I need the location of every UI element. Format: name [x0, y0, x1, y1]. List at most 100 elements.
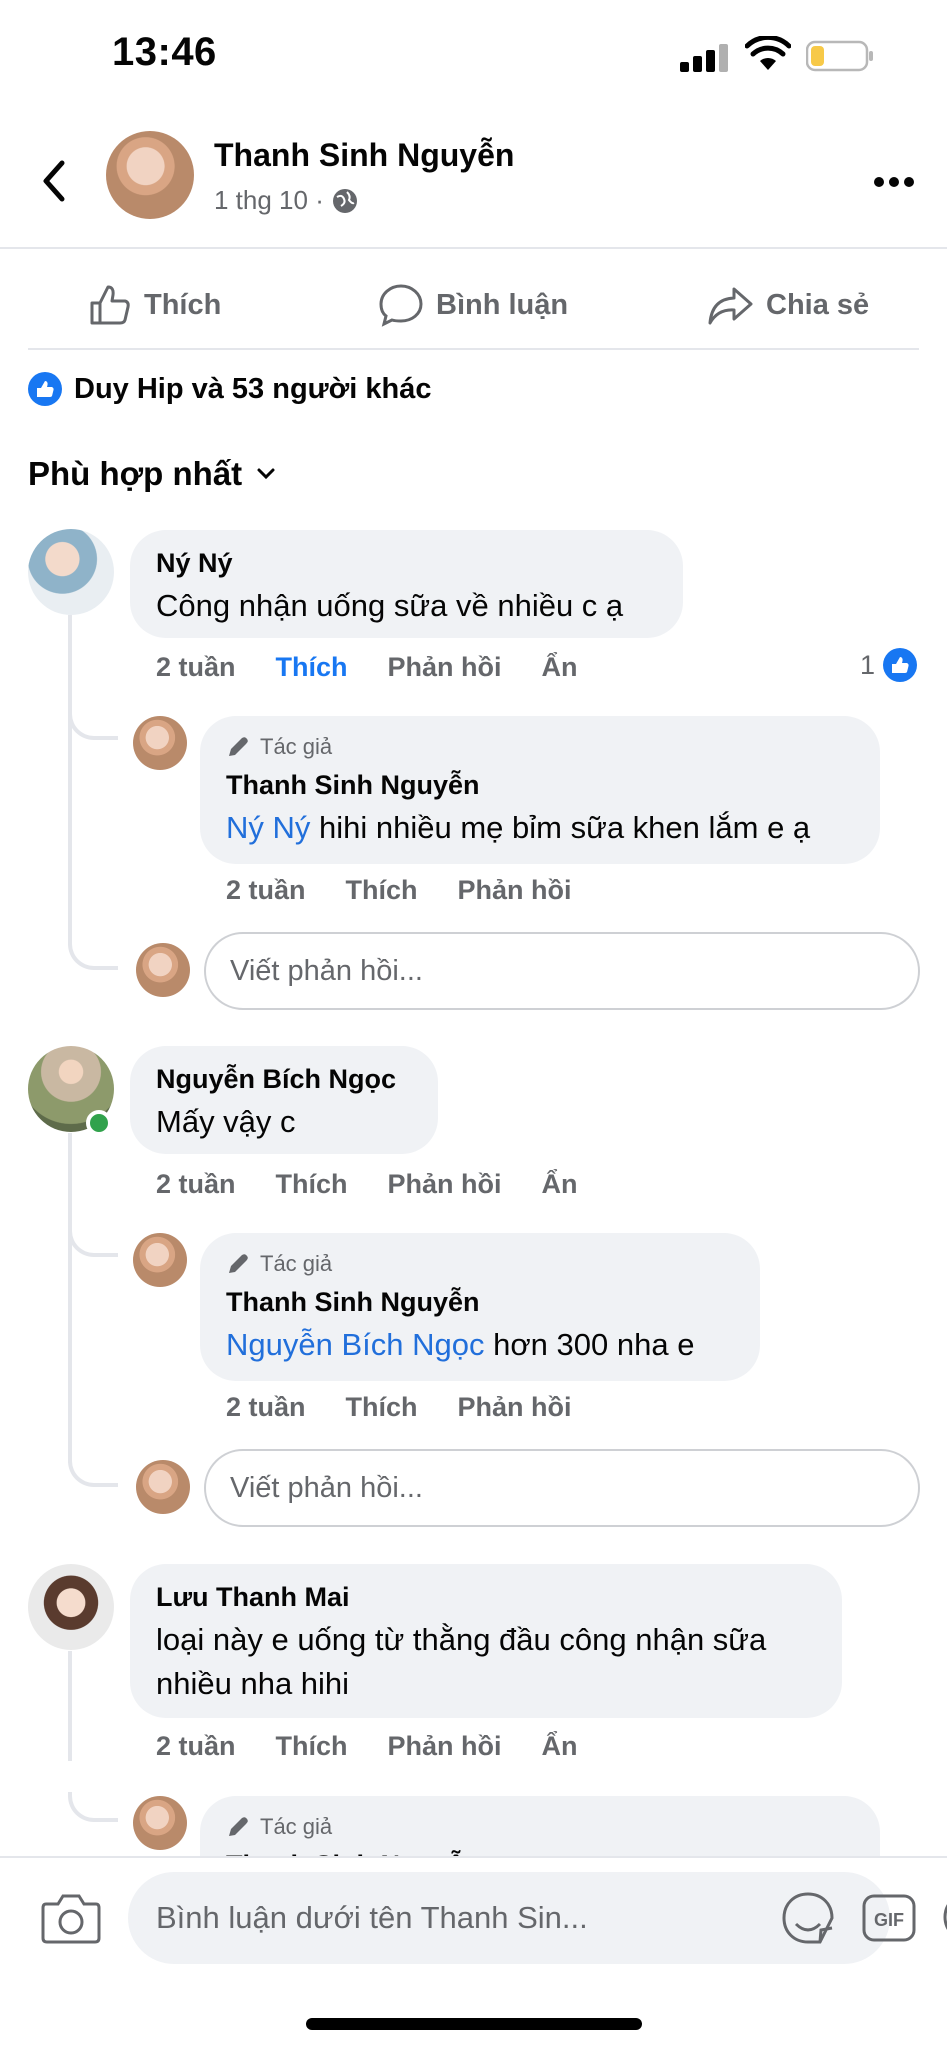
reply-like-button[interactable]: Thích: [346, 875, 418, 906]
commenter-name[interactable]: Nguyễn Bích Ngọc: [156, 1064, 396, 1095]
my-avatar: [136, 1460, 190, 1514]
comment-like-button[interactable]: Thích: [276, 1169, 348, 1200]
svg-text:GIF: GIF: [874, 1910, 904, 1930]
comment-hide-button[interactable]: Ẩn: [542, 1169, 578, 1200]
reply-reply-button[interactable]: Phản hồi: [458, 875, 572, 906]
reply-body: hơn 300 nha e: [484, 1327, 695, 1362]
thread-line: [68, 1651, 72, 1761]
sticker-icon[interactable]: [780, 1890, 836, 1946]
status-bar: 13:46: [0, 0, 947, 115]
commenter-avatar[interactable]: [28, 529, 114, 615]
comment-like-button[interactable]: Thích: [276, 652, 348, 683]
reply-input[interactable]: Viết phản hồi...: [204, 1449, 920, 1527]
comment-actions: 2 tuần Thích Phản hồi Ẩn: [156, 1169, 578, 1200]
reactions-summary[interactable]: Duy Hip và 53 người khác: [28, 372, 432, 406]
reply-author-name[interactable]: Thanh Sinh Nguyễn: [226, 1287, 480, 1318]
commenter-name[interactable]: Ný Ný: [156, 548, 233, 579]
gif-icon[interactable]: GIF: [862, 1894, 916, 1942]
reply-like-button[interactable]: Thích: [346, 1392, 418, 1423]
like-button[interactable]: Thích: [88, 260, 221, 350]
comment-reaction-count[interactable]: 1: [860, 648, 918, 682]
reply-input[interactable]: Viết phản hồi...: [204, 932, 920, 1010]
comment-hide-button[interactable]: Ẩn: [542, 652, 578, 683]
comment-composer: Bình luận dưới tên Thanh Sin... GIF: [0, 1856, 947, 2048]
reactions-text: Duy Hip và 53 người khác: [74, 372, 432, 405]
author-name[interactable]: Thanh Sinh Nguyễn: [214, 137, 514, 174]
reply-reply-button[interactable]: Phản hồi: [458, 1392, 572, 1423]
like-label: Thích: [144, 288, 222, 321]
reaction-number: 1: [860, 649, 876, 680]
reply-author-name[interactable]: Thanh Sinh Nguyễn: [226, 770, 480, 801]
comment-input-placeholder: Bình luận dưới tên Thanh Sin...: [156, 1900, 588, 1935]
comment-bubble: Nguyễn Bích Ngọc Mấy vậy c: [130, 1046, 438, 1154]
commenter-name[interactable]: Lưu Thanh Mai: [156, 1582, 350, 1613]
author-badge-label: Tác giả: [260, 734, 333, 759]
thread-line: [68, 615, 72, 945]
comment-bubble: Lưu Thanh Mai loại này e uống từ thằng đ…: [130, 1564, 842, 1718]
my-avatar: [136, 943, 190, 997]
mention-link[interactable]: Ný Ný: [226, 810, 310, 845]
globe-icon: [332, 188, 357, 213]
post-meta: 1 thg 10 ·: [214, 185, 358, 216]
battery-icon: [806, 40, 873, 72]
comment-text: Mấy vậy c: [156, 1104, 296, 1139]
more-options-icon[interactable]: [872, 167, 916, 197]
comment-label: Bình luận: [436, 288, 569, 321]
online-status-indicator: [86, 1110, 112, 1136]
comment-text-line-2: nhiều nha hihi: [156, 1666, 350, 1701]
author-avatar[interactable]: [106, 131, 194, 219]
pencil-icon: [229, 737, 248, 756]
comment-time: 2 tuần: [156, 652, 236, 682]
share-arrow-icon: [708, 287, 753, 325]
like-reaction-icon: [883, 648, 918, 682]
thread-connector: [68, 1792, 118, 1822]
comment-reply-button[interactable]: Phản hồi: [388, 652, 502, 683]
pencil-icon: [229, 1817, 248, 1836]
sort-label: Phù hợp nhất: [28, 455, 243, 492]
back-arrow-icon[interactable]: [36, 155, 72, 207]
share-button[interactable]: Chia sẻ: [706, 260, 869, 350]
comment-time: 2 tuần: [156, 1169, 236, 1199]
comment-actions: 2 tuần Thích Phản hồi Ẩn: [156, 652, 578, 683]
chevron-down-icon: [257, 468, 275, 480]
status-time: 13:46: [112, 30, 217, 74]
like-reaction-icon: [28, 372, 62, 406]
reply-time: 2 tuần: [226, 875, 306, 905]
comment-button[interactable]: Bình luận: [378, 260, 568, 350]
reply-author-avatar[interactable]: [133, 716, 187, 770]
post-actions: Thích Bình luận Chia sẻ: [0, 260, 947, 350]
thread-connector: [68, 1457, 118, 1487]
wifi-icon: [745, 36, 791, 70]
thread-connector: [68, 1227, 118, 1257]
comment-like-button[interactable]: Thích: [276, 1731, 348, 1762]
comment-text-line-1: loại này e uống từ thằng đầu công nhận s…: [156, 1622, 767, 1657]
reply-author-avatar[interactable]: [133, 1233, 187, 1287]
thumbs-up-icon: [90, 285, 130, 325]
reply-bubble: Tác giả Thanh Sinh Nguyễn Nguyễn Bích Ng…: [200, 1233, 760, 1381]
actions-divider: [28, 348, 919, 350]
reply-bubble: Tác giả Thanh Sinh Nguyễn Ný Ný hihi nhi…: [200, 716, 880, 864]
signal-icon: [680, 44, 730, 72]
comment-reply-button[interactable]: Phản hồi: [388, 1731, 502, 1762]
comment-reply-button[interactable]: Phản hồi: [388, 1169, 502, 1200]
reply-body: hihi nhiều mẹ bỉm sữa khen lắm e ạ: [310, 810, 811, 845]
emoji-icon[interactable]: [942, 1890, 947, 1944]
author-badge-label: Tác giả: [260, 1251, 333, 1276]
author-badge: Tác giả: [226, 1251, 332, 1277]
comment-time: 2 tuần: [156, 1731, 236, 1761]
camera-icon[interactable]: [40, 1890, 102, 1946]
author-badge: Tác giả: [226, 1814, 332, 1840]
reply-text: Nguyễn Bích Ngọc hơn 300 nha e: [226, 1323, 694, 1367]
post-date: 1 thg 10 ·: [214, 185, 324, 215]
reply-actions: 2 tuần Thích Phản hồi: [226, 875, 572, 906]
comment-input[interactable]: Bình luận dưới tên Thanh Sin... GIF: [128, 1872, 947, 1964]
comment-sort-dropdown[interactable]: Phù hợp nhất: [28, 455, 276, 493]
comment-bubble: Ný Ný Công nhận uống sữa về nhiều c ạ: [130, 530, 683, 638]
commenter-avatar[interactable]: [28, 1564, 114, 1650]
comment-hide-button[interactable]: Ẩn: [542, 1731, 578, 1762]
author-badge-label: Tác giả: [260, 1814, 333, 1839]
home-indicator[interactable]: [306, 2018, 642, 2030]
reply-author-avatar[interactable]: [133, 1796, 187, 1850]
mention-link[interactable]: Nguyễn Bích Ngọc: [226, 1327, 484, 1362]
pencil-icon: [229, 1254, 248, 1273]
